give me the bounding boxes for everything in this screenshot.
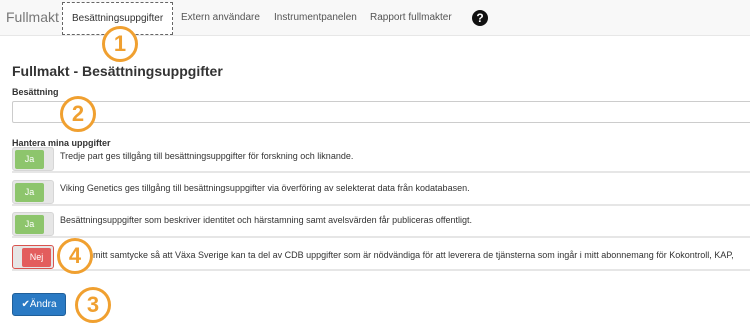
toggle-switch[interactable]: Ja [12,180,54,204]
toggle-label: Nej [22,248,51,267]
permission-text: mitt samtycke så att Växa Sverige kan ta… [93,250,734,260]
toggle-switch[interactable]: Ja [12,147,54,171]
tab-extern-anvandare[interactable]: Extern användare [181,12,260,23]
tab-rapport-fullmakter[interactable]: Rapport fullmakter [370,12,452,23]
page-title: Fullmakt - Besättningsuppgifter [12,63,223,79]
callout-marker-4: 4 [57,238,93,274]
row-divider [12,236,750,238]
callout-marker-1: 1 [102,26,138,62]
permission-text: Besättningsuppgifter som beskriver ident… [60,215,473,225]
callout-marker-2: 2 [60,96,96,132]
help-icon[interactable]: ? [472,10,488,26]
navbar-brand[interactable]: Fullmakt [6,9,59,25]
row-divider [12,204,750,206]
toggle-label: Ja [15,183,44,202]
toggle-switch[interactable]: Ja [12,212,54,236]
change-button[interactable]: ✔Ändra [12,293,66,316]
toggle-switch[interactable]: Nej [12,245,54,269]
tab-instrumentpanelen[interactable]: Instrumentpanelen [274,12,357,23]
row-divider [12,269,750,271]
herd-input[interactable] [12,101,750,123]
row-divider [12,171,750,173]
callout-marker-3: 3 [75,287,111,323]
toggle-label: Ja [15,150,44,169]
herd-label: Besättning [12,87,59,97]
toggle-label: Ja [15,215,44,234]
permission-text: Tredje part ges tillgång till besättning… [60,151,354,161]
permission-text: Viking Genetics ges tillgång till besätt… [60,183,470,193]
